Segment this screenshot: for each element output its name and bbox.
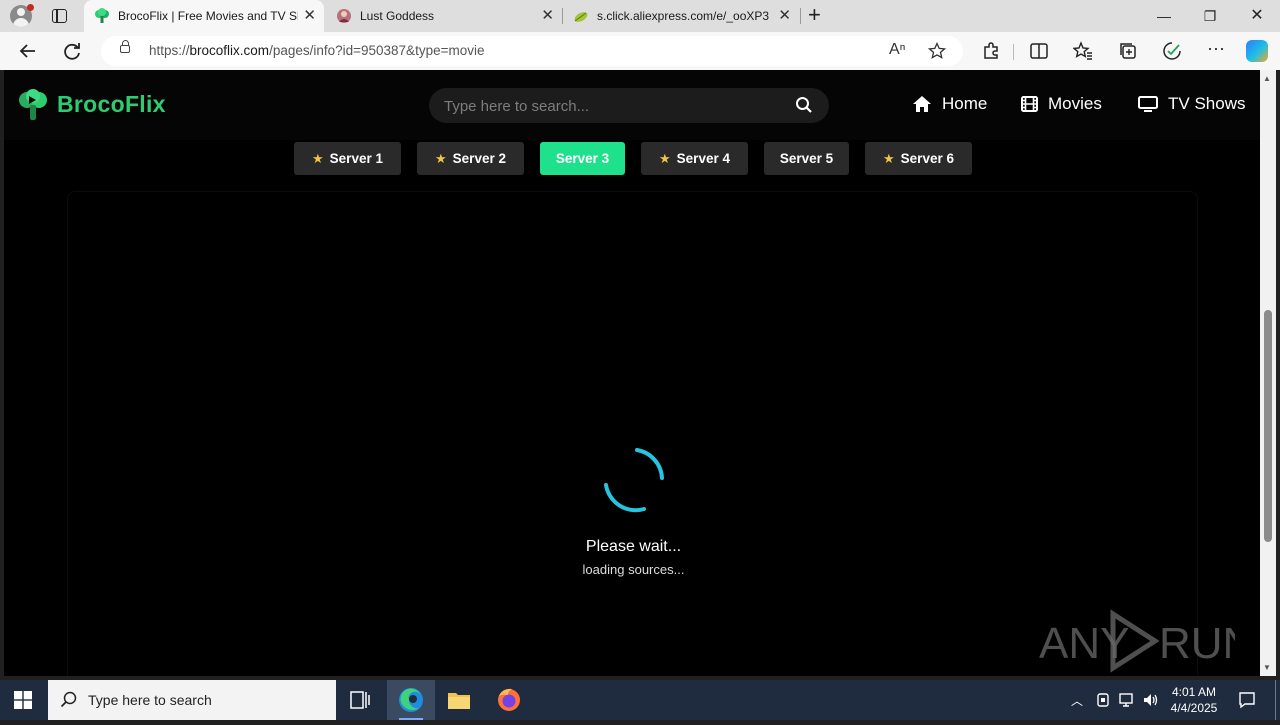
- lock-icon[interactable]: [120, 40, 130, 53]
- server-4-button[interactable]: ★ Server 4: [641, 142, 748, 175]
- broccoli-logo-icon[interactable]: [18, 89, 48, 121]
- nav-home[interactable]: Home: [912, 92, 987, 116]
- browser-toolbar: https://brocoflix.com/pages/info?id=9503…: [0, 32, 1280, 70]
- tab-actions-icon[interactable]: [52, 9, 67, 23]
- tab-close-icon[interactable]: ✕: [778, 8, 791, 23]
- leaf-favicon-icon: [574, 12, 588, 22]
- minimize-icon[interactable]: —: [1141, 4, 1187, 28]
- back-arrow-icon[interactable]: [17, 40, 39, 62]
- network-icon[interactable]: [1118, 692, 1136, 708]
- split-screen-icon[interactable]: [1029, 41, 1049, 61]
- site-search-input[interactable]: [444, 96, 774, 116]
- collections-icon[interactable]: [1118, 41, 1138, 61]
- browser-tab-strip: BrocoFlix | Free Movies and TV Shows ✕ L…: [0, 0, 1280, 32]
- tab-aliexpress[interactable]: s.click.aliexpress.com/e/_ooXP3c ✕: [563, 0, 799, 32]
- star-icon: ★: [435, 150, 447, 166]
- taskbar-search-placeholder: Type here to search: [88, 692, 212, 708]
- browser-essentials-icon[interactable]: [1162, 41, 1182, 61]
- svg-text:RUN: RUN: [1159, 619, 1235, 668]
- nav-movies[interactable]: Movies: [1021, 92, 1102, 116]
- brand-logo-text[interactable]: BrocoFlix: [57, 91, 166, 118]
- system-clock[interactable]: 4:01 AM 4/4/2025: [1166, 684, 1222, 716]
- tab-brocoflix[interactable]: BrocoFlix | Free Movies and TV Shows ✕: [84, 0, 324, 32]
- server-2-button[interactable]: ★ Server 2: [417, 142, 524, 175]
- file-explorer-icon[interactable]: [435, 680, 483, 720]
- lust-goddess-favicon-icon: [337, 9, 351, 23]
- show-hidden-icons-chevron-icon[interactable]: ︿: [1071, 692, 1083, 709]
- server-5-button[interactable]: Server 5: [764, 142, 849, 175]
- favorite-star-icon[interactable]: [928, 42, 946, 60]
- broccoli-favicon-icon: [95, 8, 109, 23]
- read-aloud-icon[interactable]: Aⁿ: [889, 41, 906, 59]
- server-3-button[interactable]: Server 3: [540, 142, 625, 175]
- more-options-icon[interactable]: ···: [1206, 39, 1226, 61]
- page-scrollbar[interactable]: ▲ ▼: [1260, 70, 1276, 676]
- profile-notification-dot: [27, 4, 34, 11]
- star-icon: ★: [312, 150, 324, 166]
- nav-tv-shows[interactable]: TV Shows: [1138, 92, 1245, 116]
- refresh-icon[interactable]: [61, 40, 83, 62]
- firefox-icon[interactable]: [485, 680, 533, 720]
- scroll-up-arrow-icon[interactable]: ▲: [1263, 74, 1271, 83]
- show-desktop-strip[interactable]: [1275, 680, 1276, 720]
- edge-browser-icon: [399, 688, 423, 712]
- clock-date: 4/4/2025: [1170, 701, 1218, 715]
- scrollbar-thumb[interactable]: [1264, 310, 1272, 542]
- loading-spinner-icon: [604, 448, 664, 513]
- toolbar-separator: [1013, 44, 1014, 60]
- tab-close-icon[interactable]: ✕: [541, 8, 554, 23]
- device-icon[interactable]: [1096, 692, 1110, 708]
- new-tab-plus-icon[interactable]: +: [808, 4, 821, 26]
- loading-subtitle: loading sources...: [582, 562, 685, 577]
- loading-title: Please wait...: [585, 538, 682, 555]
- clock-time: 4:01 AM: [1171, 685, 1217, 699]
- windows-taskbar: Type here to search ︿ 4:01 AM 4/4/2025: [0, 680, 1280, 720]
- search-icon[interactable]: [795, 96, 813, 114]
- star-icon: ★: [883, 150, 895, 166]
- site-search-box: [429, 88, 829, 123]
- address-url[interactable]: https://brocoflix.com/pages/info?id=9503…: [149, 43, 484, 58]
- nav-home-label: Home: [942, 94, 988, 113]
- home-icon: [913, 96, 931, 112]
- tab-lust-goddess[interactable]: Lust Goddess ✕: [326, 0, 562, 32]
- tab-title: Lust Goddess: [360, 9, 435, 23]
- tab-separator: [800, 8, 801, 24]
- nav-movies-label: Movies: [1048, 94, 1102, 113]
- tab-title: BrocoFlix | Free Movies and TV Shows: [118, 9, 298, 23]
- window-close-icon[interactable]: ✕: [1234, 4, 1280, 28]
- tab-close-icon[interactable]: ✕: [303, 8, 316, 23]
- server-1-button[interactable]: ★ Server 1: [294, 142, 401, 175]
- favorites-icon[interactable]: [1073, 41, 1093, 61]
- notifications-icon[interactable]: [1238, 691, 1256, 709]
- server-selector: ★ Server 1 ★ Server 2 Server 3 ★ Server 4 S…: [4, 142, 1260, 176]
- tv-icon: [1138, 96, 1158, 112]
- film-icon: [1021, 96, 1038, 112]
- server-6-button[interactable]: ★ Server 6: [865, 142, 972, 175]
- tab-title: s.click.aliexpress.com/e/_ooXP3c: [597, 9, 769, 23]
- anyrun-watermark-logo: ANY RUN: [1039, 609, 1235, 673]
- star-icon: ★: [659, 150, 671, 166]
- video-player[interactable]: Please wait... loading sources...: [67, 191, 1198, 676]
- restore-icon[interactable]: ❐: [1187, 4, 1233, 28]
- volume-icon[interactable]: [1142, 692, 1160, 708]
- extensions-puzzle-icon[interactable]: [981, 41, 1001, 61]
- nav-tv-shows-label: TV Shows: [1168, 94, 1246, 113]
- taskbar-search-box[interactable]: Type here to search: [48, 680, 336, 720]
- site-header: BrocoFlix Home Movies TV Shows: [4, 70, 1260, 140]
- taskbar-edge-app[interactable]: [387, 680, 435, 720]
- copilot-icon[interactable]: [1246, 40, 1268, 62]
- search-icon: [60, 691, 77, 708]
- page-viewport: BrocoFlix Home Movies TV Shows: [4, 70, 1260, 676]
- task-view-icon[interactable]: [336, 680, 384, 720]
- windows-start-icon[interactable]: [14, 691, 32, 709]
- address-bar[interactable]: https://brocoflix.com/pages/info?id=9503…: [101, 36, 963, 66]
- scroll-down-arrow-icon[interactable]: ▼: [1263, 663, 1271, 672]
- svg-text:ANY: ANY: [1039, 619, 1129, 668]
